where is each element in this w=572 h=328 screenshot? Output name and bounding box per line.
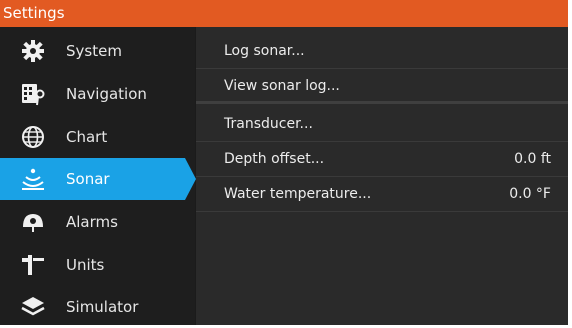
sidebar-item-system[interactable]: System (0, 30, 195, 72)
menu-row-log-sonar[interactable]: Log sonar... (196, 34, 568, 69)
sidebar-item-label: Simulator (66, 298, 139, 316)
units-icon (22, 255, 44, 275)
row-label: Water temperature... (224, 186, 372, 202)
row-value: 0.0 °F (509, 186, 551, 202)
gear-icon (22, 40, 44, 62)
sidebar-item-label: Units (66, 256, 105, 274)
sidebar-item-sonar[interactable]: Sonar (0, 158, 196, 200)
sidebar-item-label: Sonar (66, 170, 110, 188)
sidebar-item-label: System (66, 42, 122, 60)
row-label: Log sonar... (224, 43, 305, 59)
sidebar-item-units[interactable]: Units (0, 244, 195, 286)
settings-window: Settings System Navigation Chart Sonar A… (0, 0, 568, 325)
row-label: Transducer... (224, 116, 313, 132)
globe-icon (22, 126, 44, 148)
sonar-icon (22, 168, 44, 190)
sidebar-item-label: Chart (66, 128, 108, 146)
navigation-map-icon (22, 84, 45, 106)
sidebar-item-chart[interactable]: Chart (0, 116, 195, 158)
row-value: 0.0 ft (514, 151, 551, 167)
alarm-icon (23, 214, 43, 232)
menu-row-water-temperature[interactable]: Water temperature... 0.0 °F (196, 177, 568, 212)
sidebar-item-label: Alarms (66, 213, 118, 231)
menu-row-transducer[interactable]: Transducer... (196, 107, 568, 142)
row-label: View sonar log... (224, 78, 340, 94)
menu-row-view-sonar-log[interactable]: View sonar log... (196, 69, 568, 104)
active-indicator-arrow (185, 158, 196, 200)
menu-row-depth-offset[interactable]: Depth offset... 0.0 ft (196, 142, 568, 177)
row-label: Depth offset... (224, 151, 325, 167)
sidebar-item-simulator[interactable]: Simulator (0, 286, 195, 328)
sidebar: System Navigation Chart Sonar Alarms Uni… (0, 27, 196, 328)
window-title: Settings (0, 0, 568, 27)
sidebar-item-alarms[interactable]: Alarms (0, 201, 195, 243)
simulator-layers-icon (21, 297, 45, 316)
sonar-settings-panel: Log sonar... View sonar log... Transduce… (196, 27, 568, 325)
sidebar-item-label: Navigation (66, 85, 147, 103)
sidebar-item-navigation[interactable]: Navigation (0, 73, 195, 115)
